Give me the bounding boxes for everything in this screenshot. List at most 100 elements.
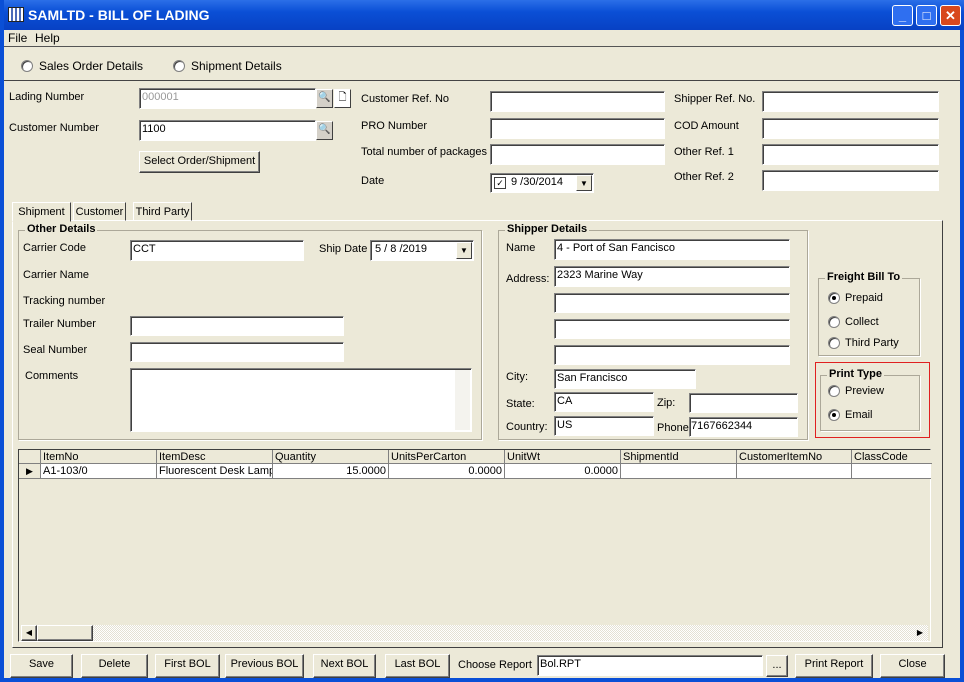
phone-label: Phone xyxy=(657,422,689,434)
column-header-itemdesc[interactable]: ItemDesc xyxy=(157,450,273,464)
shipment-details-radio[interactable] xyxy=(173,60,185,72)
column-header-unitspercarton[interactable]: UnitsPerCarton xyxy=(389,450,505,464)
tab-third-party[interactable]: Third Party xyxy=(133,202,192,221)
save-button[interactable]: Save xyxy=(10,654,73,678)
state-input[interactable]: CA xyxy=(554,392,654,412)
ship-date-picker[interactable]: 5 / 8 /2019 ▼ xyxy=(370,240,474,261)
carrier-code-input[interactable]: CCT xyxy=(130,240,304,261)
table-cell-customeritemno[interactable] xyxy=(737,464,852,479)
shipper-ref-input[interactable] xyxy=(762,91,939,112)
print-report-button[interactable]: Print Report xyxy=(795,654,873,678)
column-header-itemno[interactable]: ItemNo xyxy=(41,450,157,464)
sales-order-details-label: Sales Order Details xyxy=(39,59,144,73)
first-bol-button[interactable]: First BOL xyxy=(155,654,220,678)
previous-bol-button[interactable]: Previous BOL xyxy=(225,654,304,678)
city-label: City: xyxy=(506,371,528,383)
chevron-down-icon[interactable]: ▼ xyxy=(576,175,592,191)
column-header-customeritemno[interactable]: CustomerItemNo xyxy=(737,450,852,464)
shipper-name-input[interactable]: 4 - Port of San Fancisco xyxy=(554,239,790,260)
column-header-classcode[interactable]: ClassCode xyxy=(852,450,932,464)
table-cell-itemdesc[interactable]: Fluorescent Desk Lamp xyxy=(157,464,273,479)
scroll-right-button[interactable]: ▶ xyxy=(912,625,928,641)
address-line-3-input[interactable] xyxy=(554,319,790,339)
trailer-number-input[interactable] xyxy=(130,316,344,336)
comments-label: Comments xyxy=(25,370,79,382)
city-input[interactable]: San Francisco xyxy=(554,369,696,389)
bill-of-lading-window: SAMLTD - BILL OF LADING _ □ ✕ File Help … xyxy=(0,0,964,682)
customer-number-label: Customer Number xyxy=(9,122,99,134)
other-ref1-input[interactable] xyxy=(762,144,939,165)
next-bol-button[interactable]: Next BOL xyxy=(313,654,376,678)
collect-radio[interactable] xyxy=(828,316,840,328)
preview-radio[interactable] xyxy=(828,385,840,397)
email-radio[interactable] xyxy=(828,409,840,421)
total-packages-input[interactable] xyxy=(490,144,665,165)
state-label: State: xyxy=(506,398,535,410)
delete-button[interactable]: Delete xyxy=(81,654,148,678)
address-line-2-input[interactable] xyxy=(554,293,790,313)
row-indicator-header xyxy=(19,450,41,464)
third-party-radio[interactable] xyxy=(828,337,840,349)
date-checkbox[interactable]: ✓ xyxy=(494,177,506,189)
current-row-arrow-icon[interactable]: ▶ xyxy=(19,464,41,479)
date-label: Date xyxy=(361,175,385,187)
collect-label: Collect xyxy=(845,316,879,328)
zip-input[interactable] xyxy=(689,393,798,413)
country-label: Country: xyxy=(506,421,548,433)
shipper-ref-label: Shipper Ref. No. xyxy=(674,93,756,105)
maximize-button[interactable]: □ xyxy=(916,5,937,26)
lookup-search-icon[interactable]: 🔍 xyxy=(316,89,333,108)
table-cell-unitspercarton[interactable]: 0.0000 xyxy=(389,464,505,479)
close-window-button[interactable]: ✕ xyxy=(940,5,961,26)
address-line-4-input[interactable] xyxy=(554,345,790,365)
table-cell-classcode[interactable] xyxy=(852,464,931,479)
select-order-shipment-button[interactable]: Select Order/Shipment xyxy=(139,151,260,173)
choose-report-input[interactable]: Bol.RPT xyxy=(537,655,763,676)
table-cell-shipmentid[interactable] xyxy=(621,464,737,479)
customer-lookup-search-icon[interactable]: 🔍 xyxy=(316,121,333,140)
address-line-1-input[interactable]: 2323 Marine Way xyxy=(554,266,790,287)
preview-label: Preview xyxy=(845,385,885,397)
shipment-details-label: Shipment Details xyxy=(191,59,282,73)
prepaid-radio[interactable] xyxy=(828,292,840,304)
other-ref2-label: Other Ref. 2 xyxy=(674,171,734,183)
column-header-quantity[interactable]: Quantity xyxy=(273,450,389,464)
lading-number-label: Lading Number xyxy=(9,91,85,103)
country-input[interactable]: US xyxy=(554,416,654,436)
last-bol-button[interactable]: Last BOL xyxy=(385,654,450,678)
minimize-button[interactable]: _ xyxy=(892,5,913,26)
new-document-icon[interactable]: 🗋 xyxy=(334,89,351,108)
menu-help[interactable]: Help xyxy=(35,31,60,45)
close-button[interactable]: Close xyxy=(880,654,945,678)
comments-textarea[interactable] xyxy=(130,368,472,432)
lading-number-input[interactable]: 000001 xyxy=(139,88,316,109)
comments-scrollbar[interactable] xyxy=(455,370,470,430)
tab-customer[interactable]: Customer xyxy=(73,202,126,221)
column-header-shipmentid[interactable]: ShipmentId xyxy=(621,450,737,464)
seal-number-input[interactable] xyxy=(130,342,344,362)
column-header-unitwt[interactable]: UnitWt xyxy=(505,450,621,464)
choose-report-label: Choose Report xyxy=(458,659,532,671)
freight-bill-to-title: Freight Bill To xyxy=(825,271,903,283)
scroll-left-button[interactable]: ◀ xyxy=(21,625,37,641)
horizontal-scrollbar[interactable]: ◀ ▶ xyxy=(21,625,928,641)
table-cell-quantity[interactable]: 15.0000 xyxy=(273,464,389,479)
prepaid-label: Prepaid xyxy=(845,292,883,304)
browse-report-button[interactable]: ... xyxy=(766,655,788,677)
customer-ref-input[interactable] xyxy=(490,91,665,112)
sales-order-details-radio[interactable] xyxy=(21,60,33,72)
customer-number-input[interactable]: 1100 xyxy=(139,120,316,141)
date-picker[interactable]: ✓ 9 /30/2014 ▼ xyxy=(490,173,594,193)
table-cell-unitwt[interactable]: 0.0000 xyxy=(505,464,621,479)
trailer-number-label: Trailer Number xyxy=(23,318,96,330)
tab-shipment[interactable]: Shipment xyxy=(12,202,71,222)
cod-amount-input[interactable] xyxy=(762,118,939,139)
pro-number-input[interactable] xyxy=(490,118,665,139)
menu-file[interactable]: File xyxy=(8,31,27,45)
other-ref2-input[interactable] xyxy=(762,170,939,191)
chevron-down-icon[interactable]: ▼ xyxy=(456,242,472,259)
email-label: Email xyxy=(845,409,873,421)
table-cell-itemno[interactable]: A1-103/0 xyxy=(41,464,157,479)
phone-input[interactable]: 7167662344 xyxy=(689,417,798,437)
scrollbar-thumb[interactable] xyxy=(37,625,93,641)
